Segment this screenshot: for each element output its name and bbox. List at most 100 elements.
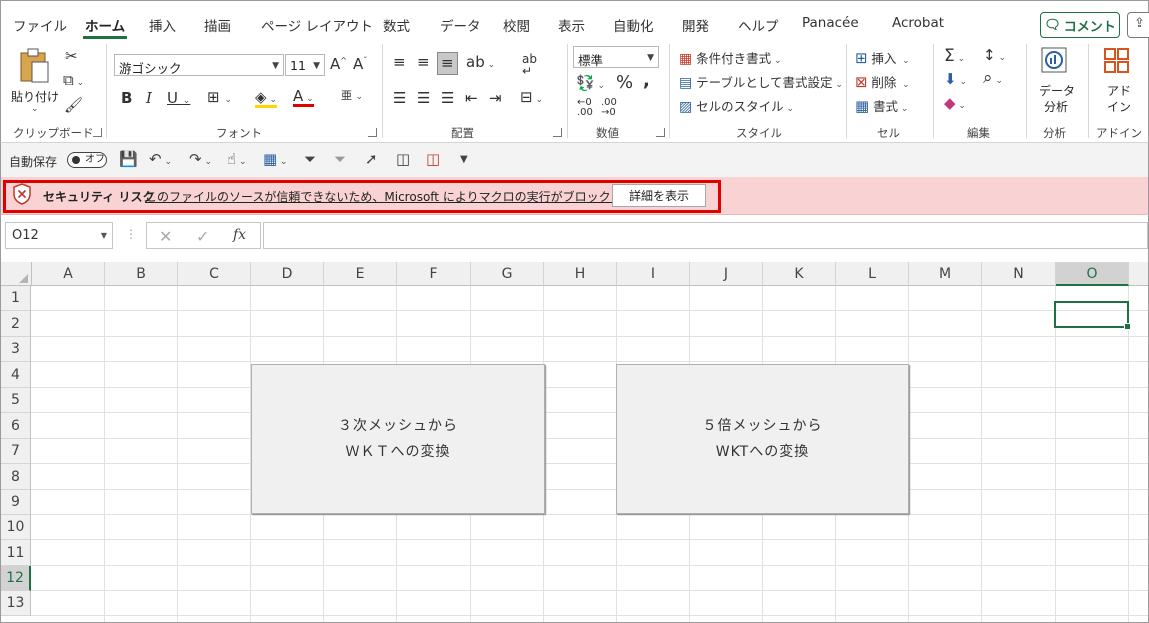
fill-color-icon[interactable]: ◈ ⌄ [255,90,277,108]
customize-qat-icon[interactable]: ▼ [460,155,468,165]
align-top-icon[interactable]: ≡ [393,55,406,70]
autosave-toggle[interactable]: オフ [67,152,107,168]
decrease-font-icon[interactable]: Aˇ [353,57,367,72]
insert-function-icon[interactable]: fx [233,227,246,243]
redo-icon[interactable]: ↷ ⌄ [189,152,212,167]
number-launcher-icon[interactable] [656,128,665,137]
addins-button[interactable]: アド イン [1096,46,1140,116]
delete-cells-button[interactable]: ⊠ 削除 ⌄ [855,72,910,91]
tab-draw[interactable]: 描画 [204,15,231,35]
font-launcher-icon[interactable] [368,128,377,137]
column-header[interactable]: N [982,262,1056,286]
cell-styles-button[interactable]: ▨ セルのスタイル ⌄ [679,96,794,115]
column-header[interactable]: C [178,262,251,286]
clear-filter-icon[interactable]: ⏷ [334,152,346,167]
percent-icon[interactable]: % [616,74,633,92]
increase-indent-icon[interactable]: ⇥ [489,91,502,106]
format-cells-button[interactable]: ▦ 書式 ⌄ [855,96,908,115]
font-color-icon[interactable]: A ⌄ [293,89,314,107]
row-header[interactable]: 1 [1,286,31,311]
column-header[interactable]: I [617,262,690,286]
save-icon[interactable]: 💾 [119,152,138,167]
increase-font-icon[interactable]: A^ [330,57,347,72]
clear-icon[interactable]: ◆ ⌄ [944,96,966,111]
column-header[interactable]: K [763,262,836,286]
row-header[interactable]: 5 [1,388,31,413]
tab-page-layout[interactable]: ページ レイアウト [261,15,373,35]
clipboard-launcher-icon[interactable] [93,128,102,137]
tab-developer[interactable]: 開発 [682,15,709,35]
undo-icon[interactable]: ↶ ⌄ [149,152,172,167]
autosum-icon[interactable]: Σ ⌄ [944,48,965,65]
underline-icon[interactable]: U ⌄ [167,91,190,106]
cancel-icon[interactable]: ✕ [159,227,172,246]
bold-icon[interactable]: B [121,91,132,106]
merge-center-icon[interactable]: ⊟ ⌄ [520,90,543,105]
worksheet-grid[interactable]: ABCDEFGHIJKLMNO 1 2 3 4 5 6 7 8 9 10 11 12 13 ３次メッシュ… [0,262,1149,623]
font-name-select[interactable]: 游ゴシック ▼ [114,54,284,76]
format-painter-icon[interactable]: 🖌 [64,98,83,113]
column-header[interactable]: L [836,262,909,286]
cut-icon[interactable]: ✂ [65,49,78,64]
column-header[interactable]: A [32,262,105,286]
column-header[interactable]: J [690,262,763,286]
increase-decimal-icon[interactable]: ←0.00 [577,98,593,118]
column-header[interactable]: M [909,262,982,286]
filter-icon[interactable]: ⏷ [304,152,316,167]
wrap-text-icon[interactable]: ab ↵ [522,53,537,77]
decrease-indent-icon[interactable]: ⇤ [465,91,478,106]
row-header[interactable]: 7 [1,439,31,464]
column-header[interactable]: G [471,262,544,286]
align-left-icon[interactable]: ☰ [393,91,406,106]
alignment-launcher-icon[interactable] [553,128,562,137]
align-right-icon[interactable]: ☰ [441,91,454,106]
row-header[interactable]: 3 [1,337,31,362]
tab-automate[interactable]: 自動化 [613,15,654,35]
analyze-data-button[interactable]: データ 分析 [1034,46,1078,116]
row-header[interactable]: 10 [1,515,31,540]
paste-button[interactable]: 貼り付け ⌄ [9,46,59,114]
enter-icon[interactable]: ✓ [196,227,209,246]
align-bottom-icon[interactable]: ≡ [437,52,458,75]
row-header[interactable]: 8 [1,464,31,490]
row-header[interactable]: 13 [1,591,31,616]
column-header[interactable]: D [251,262,324,286]
sort-filter-icon[interactable]: ↕ ⌄ [983,48,1006,63]
row-header[interactable]: 2 [1,311,31,337]
row-header[interactable]: 4 [1,362,31,388]
tab-view[interactable]: 表示 [558,15,585,35]
mesh5-convert-button[interactable]: ５倍メッシュから WKTへの変換 [616,364,909,514]
font-size-select[interactable]: 11 ▼ [285,54,325,76]
select-objects-icon[interactable]: ➚ [365,152,378,167]
decrease-decimal-icon[interactable]: .00 →0 [601,98,617,118]
fill-icon[interactable]: ⬇ ⌄ [944,72,967,87]
active-cell[interactable] [1054,301,1131,330]
find-select-icon[interactable]: ⌕ ⌄ [983,70,1003,87]
column-header[interactable]: H [544,262,617,286]
comma-icon[interactable]: , [643,72,650,90]
tab-data[interactable]: データ [440,15,481,35]
comment-button[interactable]: 🗨 コメント [1040,12,1120,38]
column-header[interactable]: E [324,262,397,286]
insert-cells-button[interactable]: ⊞ 挿入 ⌄ [855,48,910,67]
align-middle-icon[interactable]: ≡ [417,55,430,70]
tab-formulas[interactable]: 数式 [383,15,410,35]
conditional-formatting-button[interactable]: ▦ 条件付き書式 ⌄ [679,48,781,67]
tab-file[interactable]: ファイル [13,15,67,35]
row-header[interactable]: 6 [1,413,31,439]
select-all-corner[interactable] [1,262,32,286]
table-grid-icon[interactable]: ▦ ⌄ [263,152,288,167]
share-button[interactable]: ⇪ [1127,12,1149,38]
phonetic-icon[interactable]: 亜 ⌄ [341,90,363,102]
tab-help[interactable]: ヘルプ [738,15,779,35]
tab-acrobat[interactable]: Acrobat [892,15,944,31]
row-header[interactable]: 11 [1,540,31,566]
orientation-icon[interactable]: ab ⌄ [466,55,495,70]
border-icon[interactable]: ⊞ ⌄ [207,90,232,105]
row-header[interactable]: 12 [1,566,31,591]
name-box[interactable]: O12 ▼ [5,222,113,249]
paste-dropdown-icon[interactable]: ⌄ [31,104,39,114]
currency-icon[interactable]: 💱 ⌄ [576,76,605,91]
touch-mode-icon[interactable]: ☝ ⌄ [227,152,247,167]
tab-panacee[interactable]: Panacée [802,15,859,31]
